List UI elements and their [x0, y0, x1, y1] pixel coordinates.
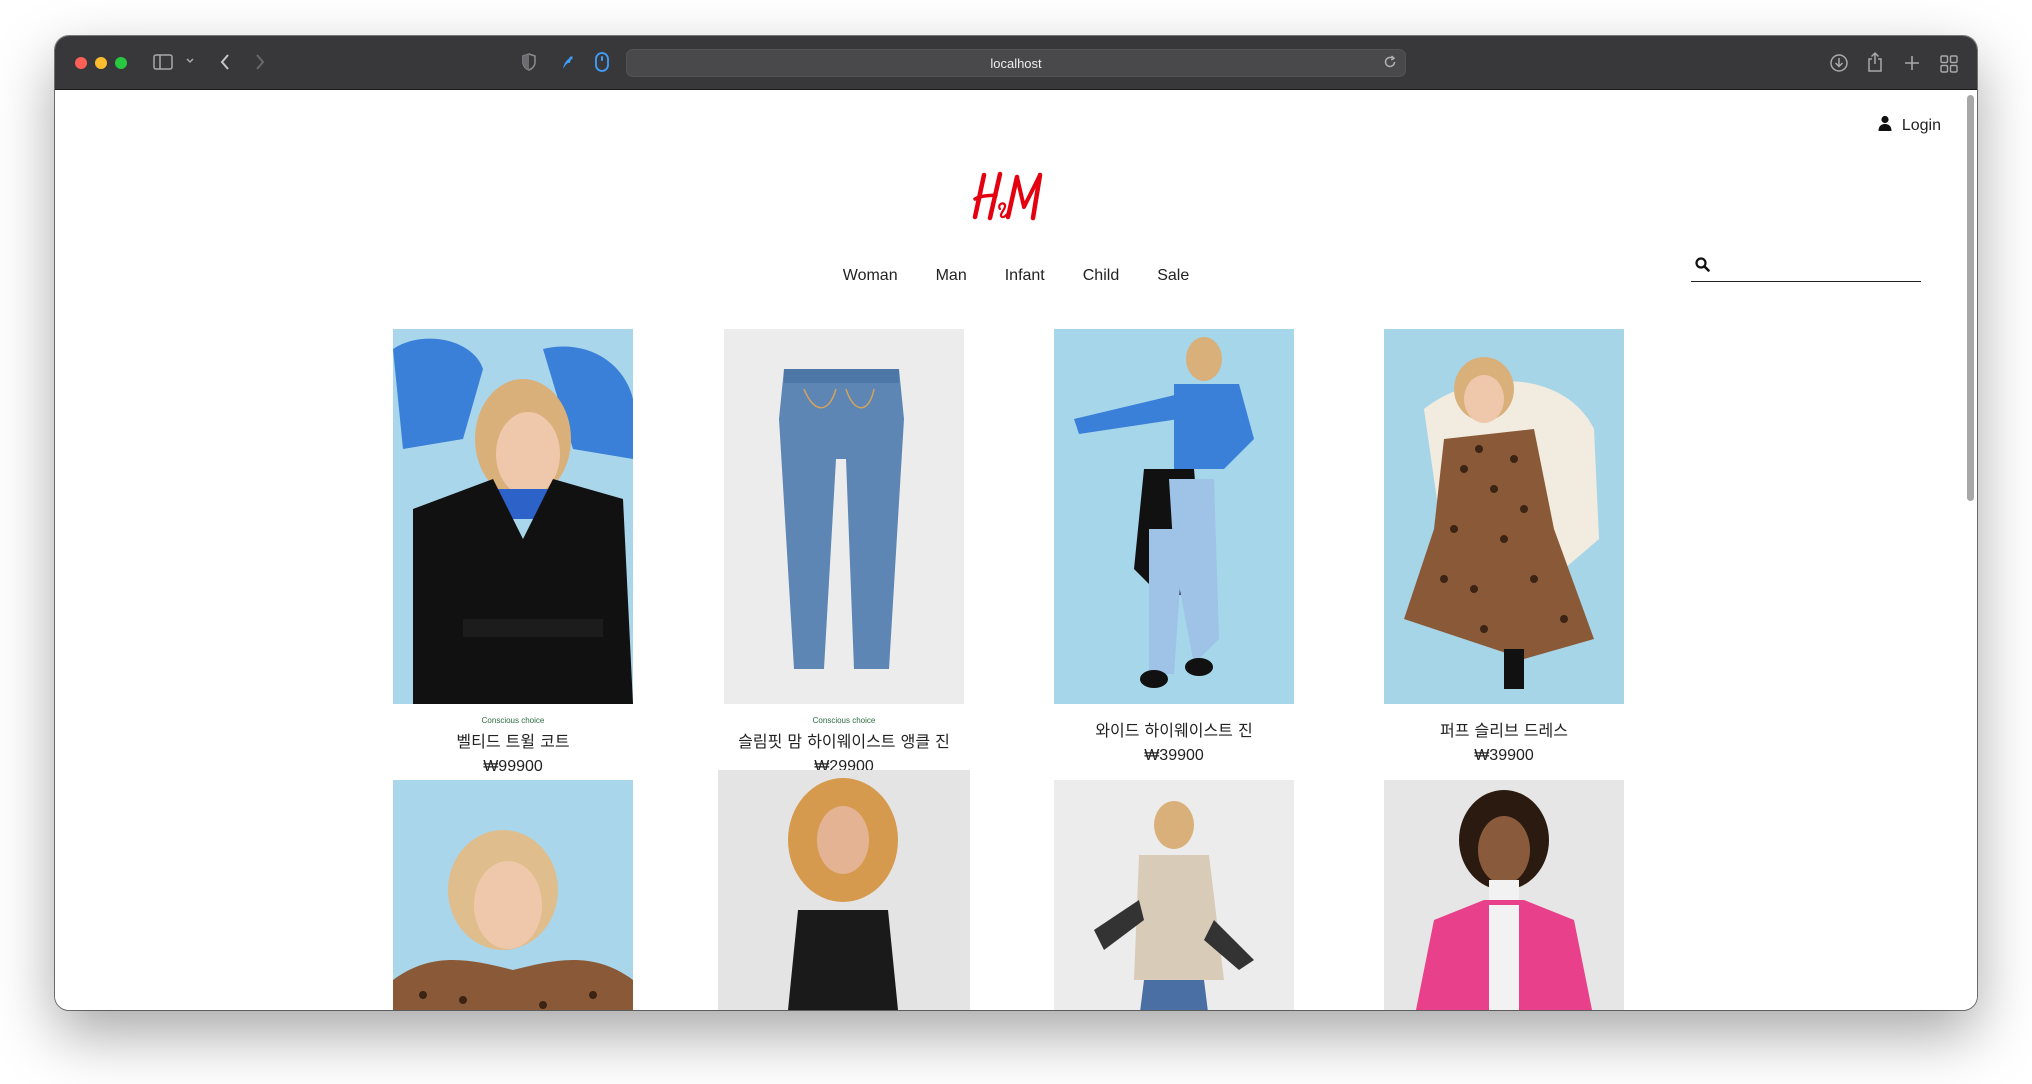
leopard-dress-photo[interactable]	[1384, 329, 1624, 704]
search-box	[1691, 253, 1921, 282]
login-link[interactable]: Login	[1878, 115, 1941, 136]
address-url: localhost	[990, 56, 1042, 71]
chevron-down-icon[interactable]	[186, 58, 194, 64]
search-input[interactable]	[1716, 258, 1921, 276]
extension-mouse-icon[interactable]	[595, 52, 609, 72]
hm-logo[interactable]	[970, 169, 1050, 225]
forward-arrow-icon[interactable]	[255, 53, 265, 71]
product-card[interactable]	[1054, 780, 1294, 1010]
product-name: 퍼프 슬리브 드레스	[1440, 721, 1568, 740]
product-card[interactable]	[718, 770, 970, 1010]
zoom-window-button[interactable]	[115, 57, 127, 69]
nav-item-man[interactable]: Man	[936, 267, 967, 285]
nav-item-woman[interactable]: Woman	[843, 267, 898, 285]
share-icon[interactable]	[1867, 51, 1883, 73]
product-price: ₩39900	[1144, 747, 1204, 764]
shield-icon[interactable]	[522, 53, 536, 71]
vertical-scrollbar[interactable]	[1967, 95, 1974, 501]
sidebar-toggle-icon[interactable]	[153, 54, 173, 70]
reload-icon[interactable]	[1383, 55, 1397, 74]
leopard-top-photo[interactable]	[393, 780, 633, 1010]
category-nav: Woman Man Infant Child Sale	[55, 267, 1977, 285]
user-icon	[1878, 115, 1892, 136]
product-price: ₩39900	[1474, 747, 1534, 764]
conscious-choice-badge: Conscious choice	[812, 716, 876, 725]
product-name: 슬림핏 맘 하이웨이스트 앵클 진	[738, 732, 950, 751]
page-content: Login Woman Man Infant Child Sale Consci…	[55, 91, 1977, 1010]
product-card[interactable]: Conscious choice 벨티드 트윌 코트 ₩99900	[393, 329, 633, 776]
product-card[interactable]: 퍼프 슬리브 드레스 ₩39900	[1384, 329, 1624, 765]
nav-item-infant[interactable]: Infant	[1005, 267, 1045, 285]
product-price: ₩99900	[483, 758, 543, 775]
address-bar[interactable]: localhost	[626, 49, 1406, 77]
tab-overview-icon[interactable]	[1940, 55, 1958, 73]
login-label: Login	[1901, 116, 1941, 134]
woman-black-coat-photo[interactable]	[393, 329, 633, 704]
product-name: 벨티드 트윌 코트	[456, 732, 570, 751]
conscious-choice-badge: Conscious choice	[481, 716, 545, 725]
product-card[interactable]: Conscious choice 슬림핏 맘 하이웨이스트 앵클 진 ₩2990…	[724, 329, 964, 776]
pink-hoodie-photo[interactable]	[1384, 780, 1624, 1010]
back-arrow-icon[interactable]	[220, 53, 230, 71]
product-card[interactable]	[393, 780, 633, 1010]
browser-toolbar: localhost	[55, 36, 1977, 90]
extension-bird-icon[interactable]	[560, 53, 576, 71]
minimize-window-button[interactable]	[95, 57, 107, 69]
downloads-icon[interactable]	[1829, 53, 1849, 73]
browser-window: localhost Login Woman Man Infant Child S…	[55, 36, 1977, 1010]
black-vest-photo[interactable]	[718, 770, 970, 1010]
beige-blazer-photo[interactable]	[1054, 780, 1294, 1010]
new-tab-plus-icon[interactable]	[1904, 55, 1920, 71]
search-icon[interactable]	[1695, 257, 1710, 277]
woman-wide-jeans-photo[interactable]	[1054, 329, 1294, 704]
product-name: 와이드 하이웨이스트 진	[1095, 721, 1253, 740]
close-window-button[interactable]	[75, 57, 87, 69]
nav-item-sale[interactable]: Sale	[1157, 267, 1189, 285]
nav-item-child[interactable]: Child	[1083, 267, 1119, 285]
product-card[interactable]: 와이드 하이웨이스트 진 ₩39900	[1054, 329, 1294, 765]
blue-jeans-photo[interactable]	[724, 329, 964, 704]
product-card[interactable]	[1384, 780, 1624, 1010]
